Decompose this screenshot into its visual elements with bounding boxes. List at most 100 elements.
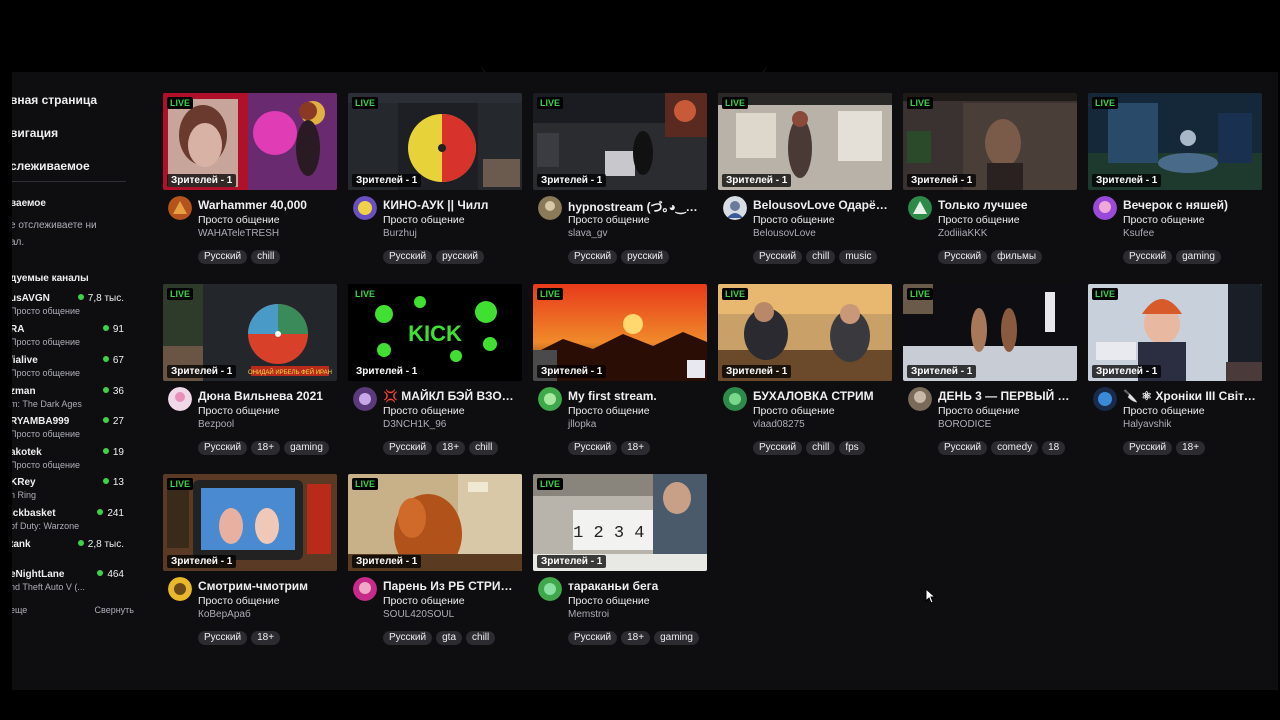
stream-title[interactable]: БУХАЛОВКА СТРИМ <box>753 389 890 403</box>
avatar[interactable] <box>168 577 192 601</box>
stream-title[interactable]: ДЕНЬ 3 — ПЕРВЫЙ АЛКО <box>938 389 1075 403</box>
tag[interactable]: Русский <box>383 250 433 264</box>
stream-category[interactable]: Просто общение <box>568 405 650 417</box>
sidebar-channel[interactable]: usAVGN Просто общение 7,8 тыс. <box>12 293 124 319</box>
avatar[interactable] <box>1093 196 1117 220</box>
tag[interactable]: Русский <box>1123 441 1173 455</box>
stream-card[interactable]: LIVE Зрителей - 1 Парень Из РБ СТРИМИТ П… <box>348 474 522 645</box>
stream-title[interactable]: Смотрим-чмотрим <box>198 579 335 593</box>
stream-card[interactable]: KICK LIVE Зрителей - 1 💢 МАЙКЛ БЭЙ ВЗОРВ… <box>348 284 522 455</box>
stream-card[interactable]: LIVE Зрителей - 1 hypnostream (づ｡◕‿‿◕｡)づ… <box>533 93 707 264</box>
stream-title[interactable]: Дюна Вильнева 2021 <box>198 389 335 403</box>
tag[interactable]: 18+ <box>621 631 651 645</box>
tag[interactable]: chill <box>806 441 836 455</box>
tag[interactable]: 18+ <box>251 441 281 455</box>
sidebar-channel[interactable]: zman m: The Dark Ages 36 <box>12 386 124 412</box>
tag[interactable]: Русский <box>938 250 988 264</box>
stream-title[interactable]: Вечерок с няшей) <box>1123 198 1260 212</box>
stream-thumbnail[interactable]: LIVE Зрителей - 1 <box>348 93 522 190</box>
stream-thumbnail[interactable]: LIVE Зрителей - 1 <box>163 93 337 190</box>
avatar[interactable] <box>538 577 562 601</box>
avatar[interactable] <box>353 577 377 601</box>
stream-title[interactable]: Только лучшее <box>938 198 1075 212</box>
sidebar-channel[interactable]: akotek Просто общение 19 <box>12 447 124 473</box>
tag[interactable]: Русский <box>753 250 803 264</box>
stream-channel[interactable]: Ksufee <box>1123 228 1154 239</box>
stream-card[interactable]: LIVE Зрителей - 1 Warhammer 40,000 Прост… <box>163 93 337 264</box>
stream-card[interactable]: LIVE Зрителей - 1 ДЕНЬ 3 — ПЕРВЫЙ АЛКО П… <box>903 284 1077 455</box>
stream-channel[interactable]: jllopka <box>568 419 596 430</box>
stream-category[interactable]: Просто общение <box>568 595 650 607</box>
avatar[interactable] <box>908 196 932 220</box>
nav-home[interactable]: вная страница <box>12 93 97 107</box>
stream-category[interactable]: Просто общение <box>198 405 280 417</box>
tag[interactable]: Русский <box>753 441 803 455</box>
stream-channel[interactable]: ZodiiiaKKK <box>938 228 987 239</box>
sidebar-channel[interactable]: tank 2,8 тыс. <box>12 539 124 565</box>
tag[interactable]: Русский <box>198 441 248 455</box>
avatar[interactable] <box>723 387 747 411</box>
stream-category[interactable]: Просто общение <box>383 214 465 226</box>
stream-category[interactable]: Просто общение <box>1123 214 1205 226</box>
stream-card[interactable]: LIVE Зрителей - 1 🔪 ⚛ Хроніки III Світов… <box>1088 284 1262 455</box>
stream-card[interactable]: LIVE Зрителей - 1 Смотрим-чмотрим Просто… <box>163 474 337 645</box>
stream-category[interactable]: Просто общение <box>938 405 1020 417</box>
tag[interactable]: русский <box>436 250 484 264</box>
stream-thumbnail[interactable]: LIVE Зрителей - 1 <box>163 474 337 571</box>
stream-thumbnail[interactable]: LIVE Зрителей - 1 <box>533 284 707 381</box>
avatar[interactable] <box>908 387 932 411</box>
stream-title[interactable]: тараканьи бега <box>568 579 705 593</box>
stream-category[interactable]: Просто общение <box>383 595 465 607</box>
stream-category[interactable]: Просто общение <box>383 405 465 417</box>
tag[interactable]: 18+ <box>436 441 466 455</box>
avatar[interactable] <box>538 196 562 220</box>
stream-thumbnail[interactable]: KICK LIVE Зрителей - 1 <box>348 284 522 381</box>
stream-channel[interactable]: SOUL420SOUL <box>383 609 454 620</box>
stream-thumbnail[interactable]: LIVE Зрителей - 1 <box>1088 284 1262 381</box>
tag[interactable]: 18+ <box>621 441 651 455</box>
stream-channel[interactable]: Burzhuj <box>383 228 417 239</box>
stream-channel[interactable]: slava_gv <box>568 228 607 239</box>
stream-card[interactable]: 1 2 3 4 5 LIVE Зрителей - 1 тараканьи бе… <box>533 474 707 645</box>
stream-title[interactable]: 🔪 ⚛ Хроніки III Світової <box>1123 389 1260 403</box>
tag[interactable]: chill <box>806 250 836 264</box>
stream-channel[interactable]: vlaad08275 <box>753 419 805 430</box>
tag[interactable]: gta <box>436 631 463 645</box>
avatar[interactable] <box>168 196 192 220</box>
stream-thumbnail[interactable]: LIVE Зрителей - 1 <box>718 93 892 190</box>
sidebar-channel[interactable]: eNightLane nd Theft Auto V (... 464 <box>12 569 124 595</box>
stream-thumbnail[interactable]: 1 2 3 4 5 LIVE Зрителей - 1 <box>533 474 707 571</box>
avatar[interactable] <box>723 196 747 220</box>
tag[interactable]: fps <box>839 441 865 455</box>
tag[interactable]: Русский <box>568 441 618 455</box>
stream-card[interactable]: LIVE Зрителей - 1 БУХАЛОВКА СТРИМ Просто… <box>718 284 892 455</box>
stream-channel[interactable]: КоВерАраб <box>198 609 251 620</box>
sidebar-channel[interactable]: RYAMBA999 Просто общение 27 <box>12 416 124 442</box>
tag[interactable]: Русский <box>198 250 248 264</box>
avatar[interactable] <box>538 387 562 411</box>
stream-category[interactable]: Просто общение <box>198 595 280 607</box>
tag[interactable]: фильмы <box>991 250 1043 264</box>
stream-thumbnail[interactable]: LIVE Зрителей - 1 <box>533 93 707 190</box>
stream-channel[interactable]: Halyavshik <box>1123 419 1171 430</box>
tag[interactable]: chill <box>469 441 499 455</box>
stream-card[interactable]: LIVE Зрителей - 1 Вечерок с няшей) Прост… <box>1088 93 1262 264</box>
stream-title[interactable]: My first stream. <box>568 389 705 403</box>
stream-card[interactable]: LIVE Зрителей - 1 Только лучшее Просто о… <box>903 93 1077 264</box>
stream-title[interactable]: КИНО-АУК || Чилл <box>383 198 520 212</box>
tag[interactable]: русский <box>621 250 669 264</box>
stream-thumbnail[interactable]: LIVE Зрителей - 1 <box>718 284 892 381</box>
tag[interactable]: 18 <box>1042 441 1066 455</box>
avatar[interactable] <box>168 387 192 411</box>
stream-title[interactable]: Парень Из РБ СТРИМИТ <box>383 579 520 593</box>
stream-channel[interactable]: WAHATeleTRESH <box>198 228 279 239</box>
stream-channel[interactable]: BORODICE <box>938 419 991 430</box>
stream-title[interactable]: 💢 МАЙКЛ БЭЙ ВЗОРВАЛ <box>383 389 520 403</box>
nav-browse[interactable]: вигация <box>12 126 58 140</box>
tag[interactable]: gaming <box>654 631 699 645</box>
show-more-link[interactable]: еще <box>12 605 27 615</box>
sidebar-channel[interactable]: KRey n Ring 13 <box>12 477 124 503</box>
stream-card[interactable]: LIVE Зрителей - 1 BelousovLove Одарённый… <box>718 93 892 264</box>
stream-category[interactable]: Просто общение <box>568 214 650 226</box>
avatar[interactable] <box>353 387 377 411</box>
